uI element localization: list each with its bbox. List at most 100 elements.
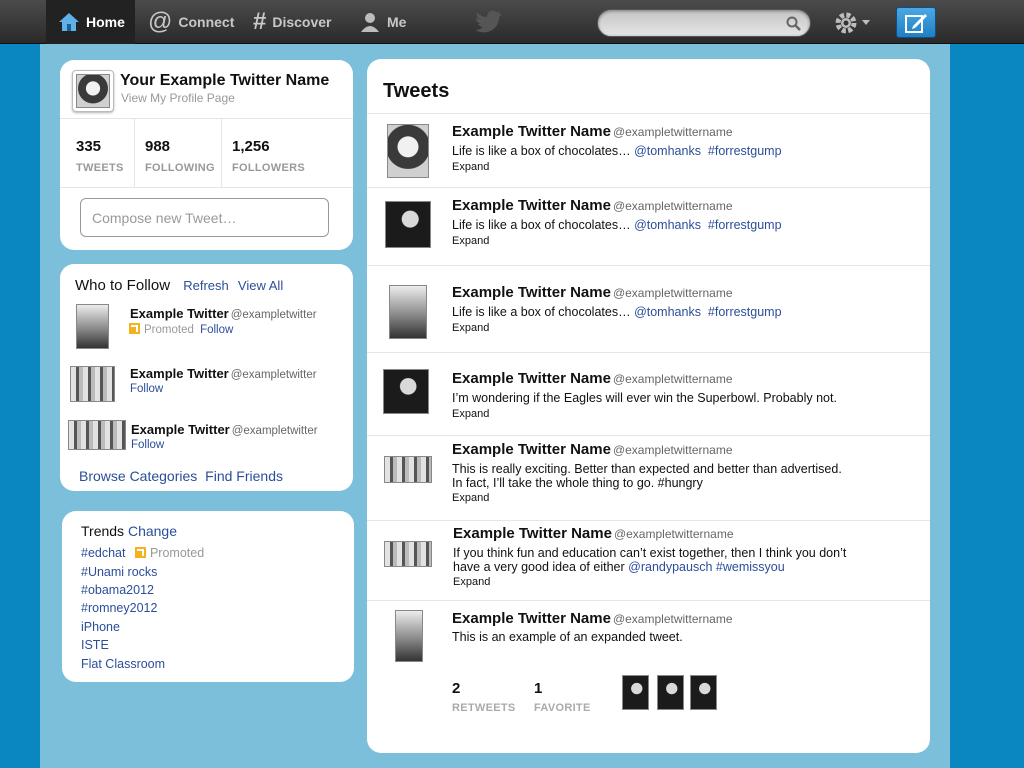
find-friends-link[interactable]: Find Friends	[205, 468, 283, 484]
retweeter-avatar[interactable]	[690, 675, 717, 710]
tweet-item[interactable]: Example Twitter Name @exampletwittername …	[367, 113, 930, 187]
profile-avatar[interactable]	[72, 70, 114, 112]
tweet-item-expanded[interactable]: Example Twitter Name @exampletwittername …	[367, 600, 930, 750]
stat-label: TWEETS	[76, 162, 124, 174]
stat-value: 335	[76, 138, 102, 155]
tweet-text-body: Life is like a box of chocolates…	[452, 305, 631, 319]
tweet-author[interactable]: Example Twitter Name @exampletwittername	[452, 123, 733, 140]
expand-link[interactable]: Expand	[452, 161, 489, 173]
tweet-hashtag[interactable]: #forrestgump	[708, 144, 782, 158]
trend-item[interactable]: #romney2012	[81, 601, 157, 615]
expand-link[interactable]: Expand	[452, 408, 489, 420]
trend-item[interactable]: #obama2012	[81, 583, 154, 597]
gear-icon	[835, 12, 857, 34]
nav-discover[interactable]: # Discover	[253, 0, 332, 44]
search-input[interactable]	[598, 10, 778, 36]
browse-categories-link[interactable]: Browse Categories	[79, 468, 197, 484]
tweet-item[interactable]: Example Twitter Name @exampletwittername …	[367, 435, 930, 520]
tweet-handle: @exampletwittername	[613, 527, 734, 541]
tweet-author[interactable]: Example Twitter Name @exampletwittername	[453, 525, 734, 542]
view-profile-link[interactable]: View My Profile Page	[121, 91, 235, 105]
expand-link[interactable]: Expand	[452, 322, 489, 334]
hashtag-icon: #	[253, 8, 267, 35]
trend-item[interactable]: ISTE	[81, 638, 109, 652]
tweet-mention[interactable]: @tomhanks	[634, 144, 701, 158]
tweet-item[interactable]: Example Twitter Name @exampletwittername …	[367, 352, 930, 435]
tweet-hashtag[interactable]: #forrestgump	[708, 305, 782, 319]
expand-link[interactable]: Expand	[453, 576, 490, 588]
suggestion-photo[interactable]	[70, 366, 115, 402]
tweet-author[interactable]: Example Twitter Name @exampletwittername	[452, 284, 733, 301]
tweet-item[interactable]: Example Twitter Name @exampletwittername …	[367, 520, 930, 600]
suggestion-name[interactable]: Example Twitter @exampletwitter	[130, 366, 317, 381]
suggestion-photo[interactable]	[76, 304, 109, 349]
suggestion-name[interactable]: Example Twitter @exampletwitter	[131, 422, 318, 437]
tweet-author[interactable]: Example Twitter Name @exampletwittername	[452, 441, 733, 458]
tweet-handle: @exampletwittername	[612, 612, 733, 626]
trend-item[interactable]: Flat Classroom	[81, 657, 165, 671]
suggestion-photo[interactable]	[68, 420, 126, 450]
tweet-avatar[interactable]	[383, 369, 429, 414]
favorite-count[interactable]: 1	[534, 680, 542, 697]
compose-tweet-button[interactable]	[896, 7, 936, 38]
tweet-mention[interactable]: @tomhanks	[634, 305, 701, 319]
follow-link[interactable]: Follow	[130, 383, 163, 395]
nav-connect[interactable]: @ Connect	[148, 0, 234, 44]
tweet-text-line: have a very good idea of either	[453, 560, 625, 574]
tweet-mention[interactable]: @randypausch	[628, 560, 712, 574]
trend-item[interactable]: #Unami rocks	[81, 565, 157, 579]
trend-item[interactable]: iPhone	[81, 620, 120, 634]
tweet-author[interactable]: Example Twitter Name @exampletwittername	[452, 610, 733, 627]
tweets-title: Tweets	[383, 80, 450, 102]
tweet-avatar[interactable]	[389, 285, 427, 339]
search-box[interactable]	[597, 9, 811, 37]
tweet-item[interactable]: Example Twitter Name @exampletwittername …	[367, 187, 930, 265]
settings-menu[interactable]	[834, 11, 870, 35]
retweeter-avatar[interactable]	[657, 675, 684, 710]
trends-header: Trends Change	[81, 523, 177, 539]
tweets-card: Tweets Example Twitter Name @exampletwitt…	[367, 59, 930, 753]
who-to-follow-header: Who to Follow Refresh View All	[75, 277, 283, 294]
tweet-author-name: Example Twitter Name	[452, 123, 611, 140]
tweet-handle: @exampletwittername	[612, 372, 733, 386]
tweet-item[interactable]: Example Twitter Name @exampletwittername …	[367, 265, 930, 352]
nav-me[interactable]: Me	[359, 0, 406, 44]
follow-link[interactable]: Follow	[131, 439, 164, 451]
trend-item[interactable]: #edchat Promoted	[81, 546, 204, 560]
tweet-avatar[interactable]	[385, 201, 431, 248]
tweet-hashtag[interactable]: #forrestgump	[708, 218, 782, 232]
tweet-author-name: Example Twitter Name	[452, 441, 611, 458]
follow-link[interactable]: Follow	[200, 324, 233, 336]
tweet-hashtag[interactable]: #wemissyou	[716, 560, 785, 574]
suggestion-name[interactable]: Example Twitter @exampletwitter	[130, 306, 317, 321]
expand-link[interactable]: Expand	[452, 492, 489, 504]
retweet-count[interactable]: 2	[452, 680, 460, 697]
tweet-avatar[interactable]	[387, 124, 429, 178]
nav-home[interactable]: Home	[46, 0, 135, 44]
change-trends-link[interactable]: Change	[128, 523, 177, 539]
profile-name[interactable]: Your Example Twitter Name	[120, 72, 329, 90]
tweet-author-name: Example Twitter Name	[452, 284, 611, 301]
refresh-link[interactable]: Refresh	[183, 278, 229, 293]
compose-tweet-input[interactable]	[80, 198, 329, 237]
expand-link[interactable]: Expand	[452, 235, 489, 247]
stat-value: 988	[145, 138, 171, 155]
tweet-mention[interactable]: @tomhanks	[634, 218, 701, 232]
background-right	[950, 44, 1024, 768]
at-icon: @	[148, 8, 173, 35]
view-all-link[interactable]: View All	[238, 278, 283, 293]
stat-followers[interactable]: 1,256 FOLLOWERS	[221, 119, 353, 188]
stat-following[interactable]: 988 FOLLOWING	[134, 119, 223, 188]
tweet-author-name: Example Twitter Name	[453, 525, 612, 542]
retweeter-avatar[interactable]	[622, 675, 649, 710]
tweet-author-name: Example Twitter Name	[452, 197, 611, 214]
avatar-photo	[76, 74, 110, 108]
promoted-icon	[134, 547, 146, 558]
tweet-avatar[interactable]	[384, 456, 432, 483]
stat-tweets[interactable]: 335 TWEETS	[66, 119, 138, 188]
tweet-avatar[interactable]	[384, 541, 432, 567]
tweet-author[interactable]: Example Twitter Name @exampletwittername	[452, 197, 733, 214]
tweet-author[interactable]: Example Twitter Name @exampletwittername	[452, 370, 733, 387]
search-icon[interactable]	[786, 16, 801, 31]
tweet-avatar[interactable]	[395, 610, 423, 662]
